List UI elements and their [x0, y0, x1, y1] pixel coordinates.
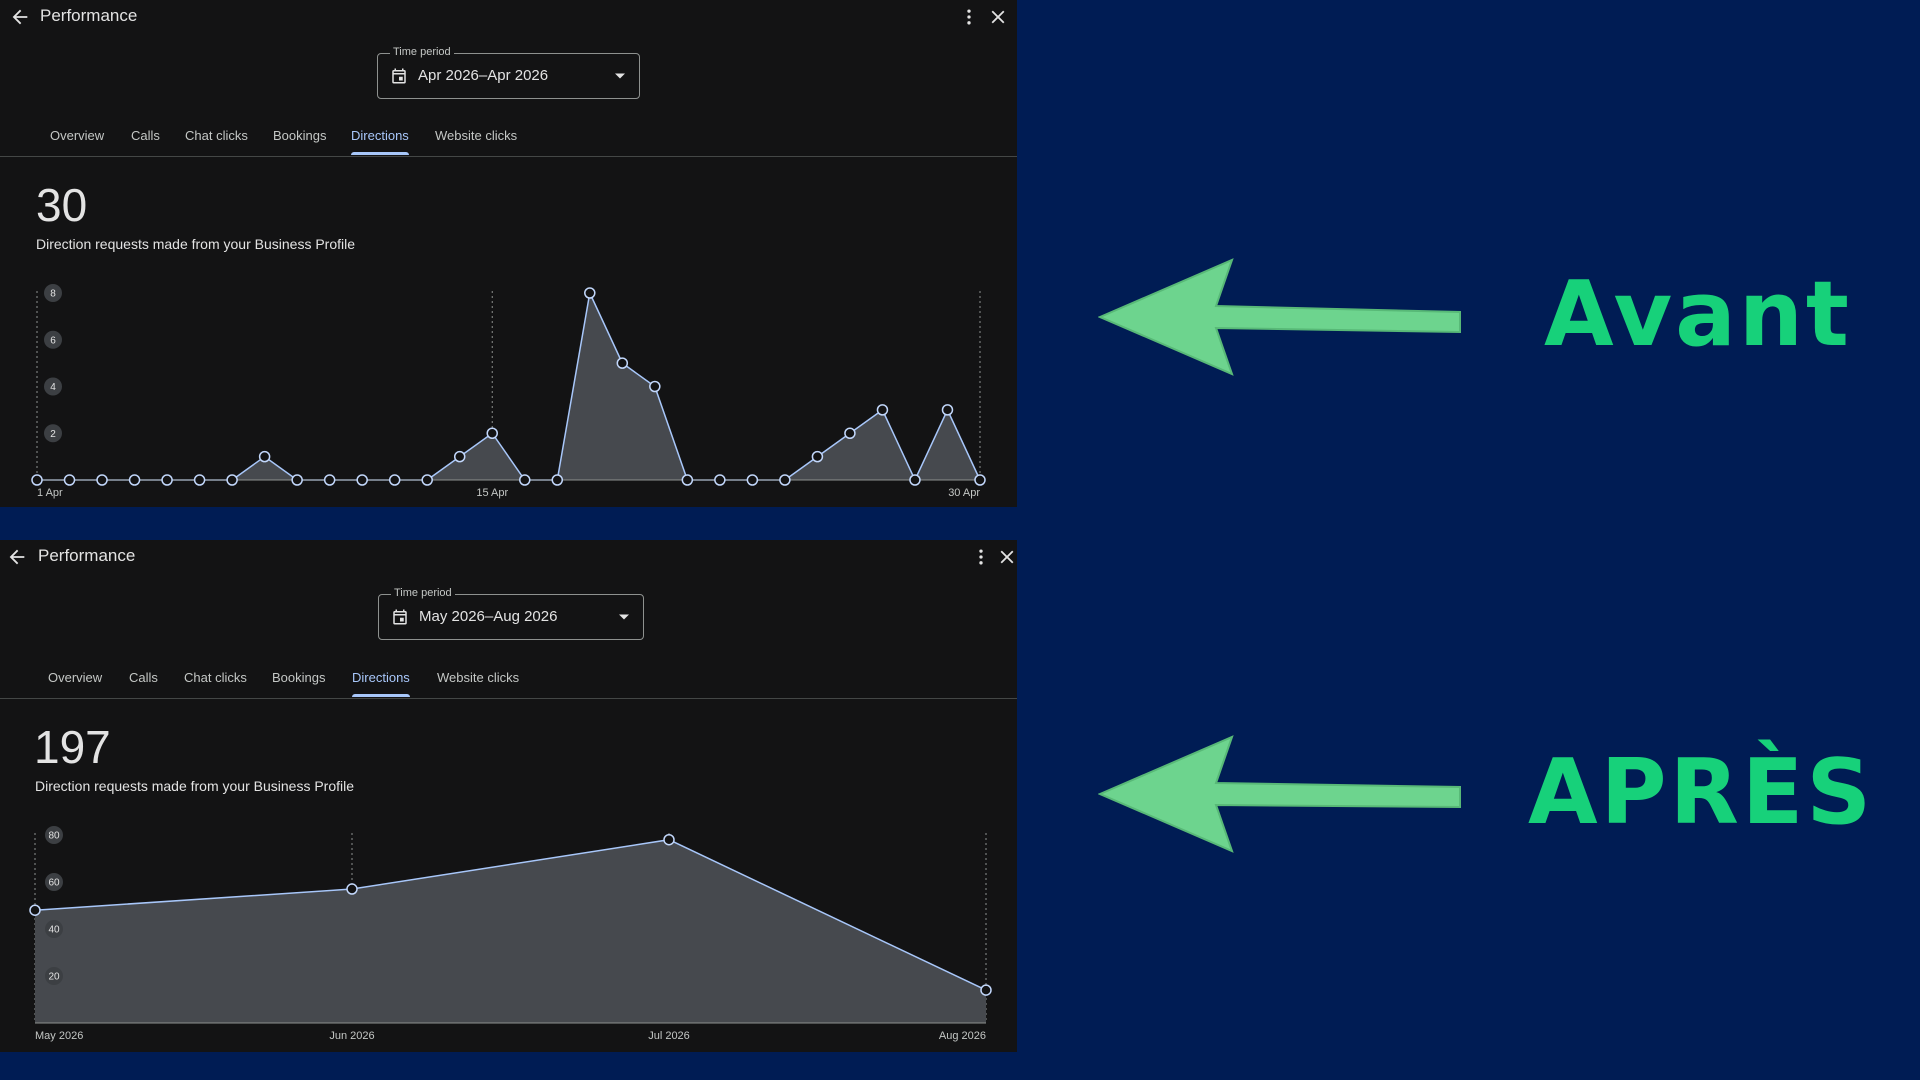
left-arrow-icon — [1098, 258, 1461, 376]
data-point — [31, 474, 43, 486]
data-point — [779, 474, 791, 486]
data-point — [681, 474, 694, 486]
data-point — [616, 357, 629, 369]
data-point — [29, 904, 41, 916]
x-tick-label: 1 Apr — [37, 487, 63, 499]
data-point — [323, 474, 336, 486]
x-tick-label: Aug 2026 — [939, 1030, 986, 1042]
y-tick-label: 80 — [48, 831, 60, 842]
y-tick-label: 20 — [48, 972, 60, 983]
data-point — [128, 474, 141, 486]
y-tick-label: 6 — [50, 335, 56, 346]
y-tick-label: 40 — [48, 925, 60, 936]
data-point — [551, 474, 564, 486]
data-point — [844, 427, 856, 439]
label-before: Avant — [1544, 262, 1852, 367]
data-point — [909, 474, 921, 486]
x-tick-label: 15 Apr — [476, 487, 508, 499]
data-point — [63, 474, 76, 486]
data-point — [226, 474, 238, 486]
data-point — [486, 427, 498, 439]
data-point — [258, 450, 271, 463]
data-point — [519, 474, 531, 486]
area-fill — [37, 293, 980, 480]
x-tick-label: Jun 2026 — [329, 1030, 374, 1042]
data-point — [346, 883, 358, 895]
data-point — [649, 380, 661, 393]
y-tick-label: 4 — [50, 382, 56, 393]
data-point — [941, 404, 954, 416]
data-point — [453, 450, 466, 463]
data-point — [714, 474, 726, 486]
data-point — [811, 450, 824, 463]
directions-chart: 20 40 60 80 May 2026 Jun 2026 Jul 2026 Aug 2026 — [29, 826, 992, 1042]
data-point — [421, 474, 433, 486]
data-point — [161, 474, 173, 486]
data-point — [746, 474, 759, 486]
data-point — [663, 833, 675, 846]
data-point — [193, 474, 206, 486]
performance-panel-before: Performance Time period Apr 2026–Apr 202… — [0, 0, 1017, 507]
label-after: APRÈS — [1528, 740, 1875, 845]
data-point — [388, 474, 401, 486]
data-point — [974, 474, 986, 486]
x-tick-label: Jul 2026 — [648, 1030, 690, 1042]
data-point — [356, 474, 368, 486]
y-tick-label: 2 — [50, 429, 56, 440]
area-fill — [35, 839, 986, 1023]
performance-panel-after: Performance Time period May 2026–Aug 202… — [0, 540, 1017, 1052]
x-tick-label: 30 Apr — [948, 487, 980, 499]
y-tick-label: 60 — [48, 878, 60, 889]
data-point — [96, 474, 108, 486]
data-point — [291, 474, 303, 486]
left-arrow-icon — [1098, 735, 1461, 853]
x-tick-label: May 2026 — [35, 1030, 83, 1042]
data-point — [980, 984, 992, 996]
data-point — [876, 404, 889, 416]
directions-chart: 2 4 6 8 1 Apr 15 Apr 30 Apr — [31, 284, 986, 499]
y-tick-label: 8 — [50, 289, 56, 300]
data-point — [584, 287, 596, 299]
